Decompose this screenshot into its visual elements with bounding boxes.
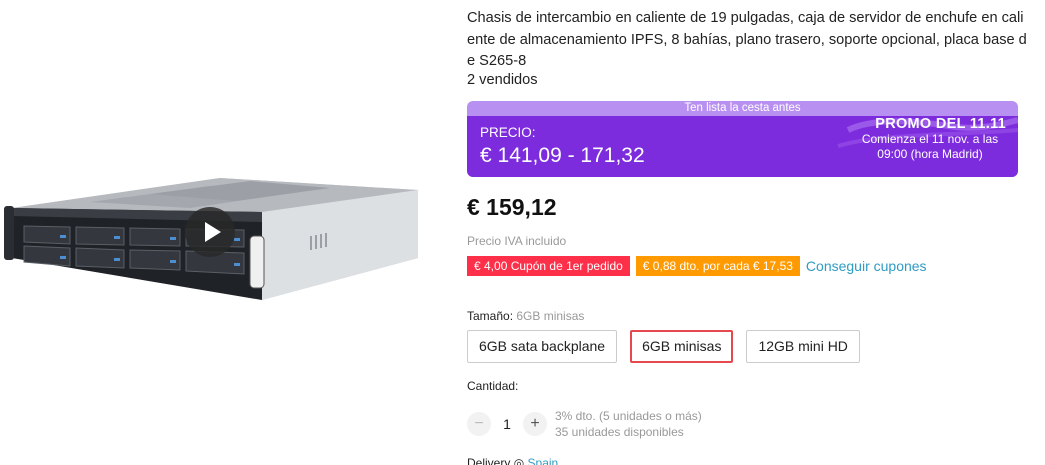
quantity-info: 3% dto. (5 unidades o más) 35 unidades d… [555, 408, 702, 440]
size-option-minisas[interactable]: 6GB minisas [630, 330, 734, 363]
product-title: Chasis de intercambio en caliente de 19 … [467, 10, 1027, 69]
delivery-location-link[interactable]: Spain [528, 456, 559, 465]
promo-event-name: PROMO DEL 11.11 [875, 116, 1006, 132]
play-video-button[interactable] [185, 207, 235, 257]
size-option-mini-hd[interactable]: 12GB mini HD [746, 330, 860, 363]
play-icon [204, 222, 221, 242]
sold-count: 2 vendidos [467, 72, 538, 88]
spend-discount-coupon[interactable]: € 0,88 dto. por cada € 17,53 [635, 256, 800, 276]
location-pin-icon: ◎ [513, 456, 525, 465]
quantity-increase-button[interactable]: + [523, 412, 547, 436]
delivery-label: Delivery [467, 456, 511, 465]
product-gallery [0, 0, 440, 465]
promo-banner: Ten lista la cesta antes PRECIO: € 141,0… [467, 101, 1018, 177]
quantity-stepper: − 1 + 3% dto. (5 unidades o más) 35 unid… [467, 408, 702, 440]
quantity-decrease-button[interactable]: − [467, 412, 491, 436]
price-label: PRECIO: [480, 125, 536, 140]
size-selected-value: 6GB minisas [516, 309, 585, 323]
promo-event-badge: PROMO DEL 11.11 Comienza el 11 nov. a la… [818, 116, 1018, 177]
size-label: Tamaño: 6GB minisas [467, 309, 585, 323]
current-price: € 159,12 [467, 194, 557, 220]
promo-banner-top: Ten lista la cesta antes [467, 101, 1018, 116]
tax-note: Precio IVA incluido [467, 234, 567, 248]
size-option-sata-backplane[interactable]: 6GB sata backplane [467, 330, 618, 363]
get-coupons-link[interactable]: Conseguir cupones [806, 258, 927, 274]
coupon-row: € 4,00 Cupón de 1er pedido € 0,88 dto. p… [467, 256, 927, 276]
quantity-input[interactable]: 1 [491, 416, 523, 432]
bulk-discount-note: 3% dto. (5 unidades o más) [555, 409, 702, 423]
price-range: € 141,09 - 171,32 [480, 144, 645, 167]
size-options: 6GB sata backplane 6GB minisas 12GB mini… [467, 330, 860, 363]
promo-banner-body: PRECIO: € 141,09 - 171,32 PROMO DEL 11.1… [467, 116, 1018, 177]
quantity-label: Cantidad: [467, 379, 519, 393]
first-order-coupon[interactable]: € 4,00 Cupón de 1er pedido [467, 256, 630, 276]
stock-available: 35 unidades disponibles [555, 425, 684, 439]
delivery-row: Delivery ◎ Spain [467, 456, 558, 465]
promo-start-time: Comienza el 11 nov. a las 09:00 (hora Ma… [861, 132, 999, 161]
